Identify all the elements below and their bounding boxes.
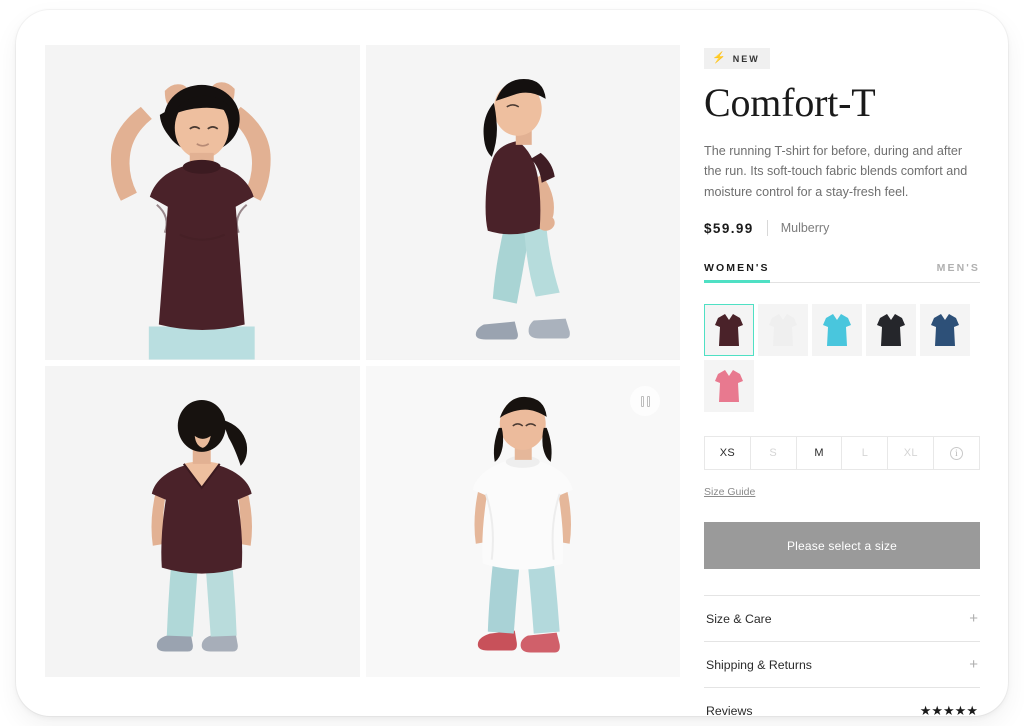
selected-color-name: Mulberry (780, 221, 830, 236)
color-swatch-black[interactable] (866, 304, 916, 357)
tshirt-icon (715, 370, 743, 403)
status-badge: ⚡ NEW (704, 48, 770, 69)
size-info-cell[interactable]: i (934, 437, 979, 469)
size-option-s[interactable]: S (751, 437, 797, 470)
gallery-tile-back[interactable] (45, 366, 360, 677)
model-image-back (45, 366, 360, 677)
size-option-xs[interactable]: XS (705, 437, 751, 470)
product-page: ⚡ NEW Comfort-T The running T-shirt for … (0, 0, 1024, 726)
product-description: The running T-shirt for before, during a… (704, 144, 968, 199)
pause-icon[interactable] (630, 386, 660, 416)
color-swatches (704, 304, 980, 413)
rating-stars: ★★★★★ (919, 702, 978, 716)
gallery-tile-front[interactable] (45, 45, 360, 360)
plus-icon: + (969, 656, 978, 674)
accordion-row-reviews[interactable]: Reviews ★★★★★ (704, 688, 980, 716)
accordion: Size & Care + Shipping & Returns + Revie… (704, 595, 980, 716)
price-divider (766, 220, 768, 237)
model-image-video (365, 366, 680, 677)
tab-mens[interactable]: MEN'S (937, 262, 980, 283)
tab-womens[interactable]: WOMEN'S (704, 262, 770, 284)
color-swatch-cyan[interactable] (812, 304, 862, 357)
badge-label: NEW (732, 53, 760, 64)
accordion-row-shipping-returns[interactable]: Shipping & Returns + (704, 642, 980, 689)
model-image-side (365, 45, 680, 360)
color-swatch-mulberry[interactable] (704, 304, 754, 357)
tshirt-icon (931, 314, 959, 347)
size-selector: XS S M L XL i (704, 436, 980, 471)
reviews-link[interactable]: Reviews (706, 704, 752, 716)
plus-icon: + (969, 610, 978, 628)
price-row: $59.99 Mulberry (704, 220, 980, 237)
product-card: ⚡ NEW Comfort-T The running T-shirt for … (16, 10, 1008, 716)
model-image-front (45, 45, 360, 360)
info-icon: i (950, 446, 964, 460)
tshirt-icon (715, 314, 743, 347)
color-swatch-pink[interactable] (704, 360, 754, 413)
accordion-label: Shipping & Returns (706, 657, 812, 672)
product-details: ⚡ NEW Comfort-T The running T-shirt for … (704, 45, 980, 716)
color-swatch-white[interactable] (758, 304, 808, 357)
lightning-bolt-icon: ⚡ (712, 52, 726, 64)
gallery-tile-side[interactable] (365, 45, 680, 360)
size-guide-link[interactable]: Size Guide (704, 486, 755, 498)
add-to-cart-button[interactable]: Please select a size (704, 522, 980, 570)
accordion-label: Size & Care (706, 611, 772, 626)
product-price: $59.99 (704, 220, 754, 236)
tshirt-icon (877, 314, 905, 347)
color-swatch-navy[interactable] (920, 304, 970, 357)
tshirt-icon (769, 314, 797, 347)
size-option-m[interactable]: M (797, 437, 843, 470)
size-option-l[interactable]: L (842, 437, 889, 470)
product-gallery (45, 45, 680, 716)
page-title: Comfort-T (704, 80, 876, 125)
size-option-xl[interactable]: XL (888, 437, 935, 470)
gender-tabs: WOMEN'S MEN'S (704, 262, 980, 284)
tshirt-icon (823, 314, 851, 347)
gallery-tile-video[interactable] (365, 366, 680, 677)
accordion-row-size-care[interactable]: Size & Care + (704, 596, 980, 643)
